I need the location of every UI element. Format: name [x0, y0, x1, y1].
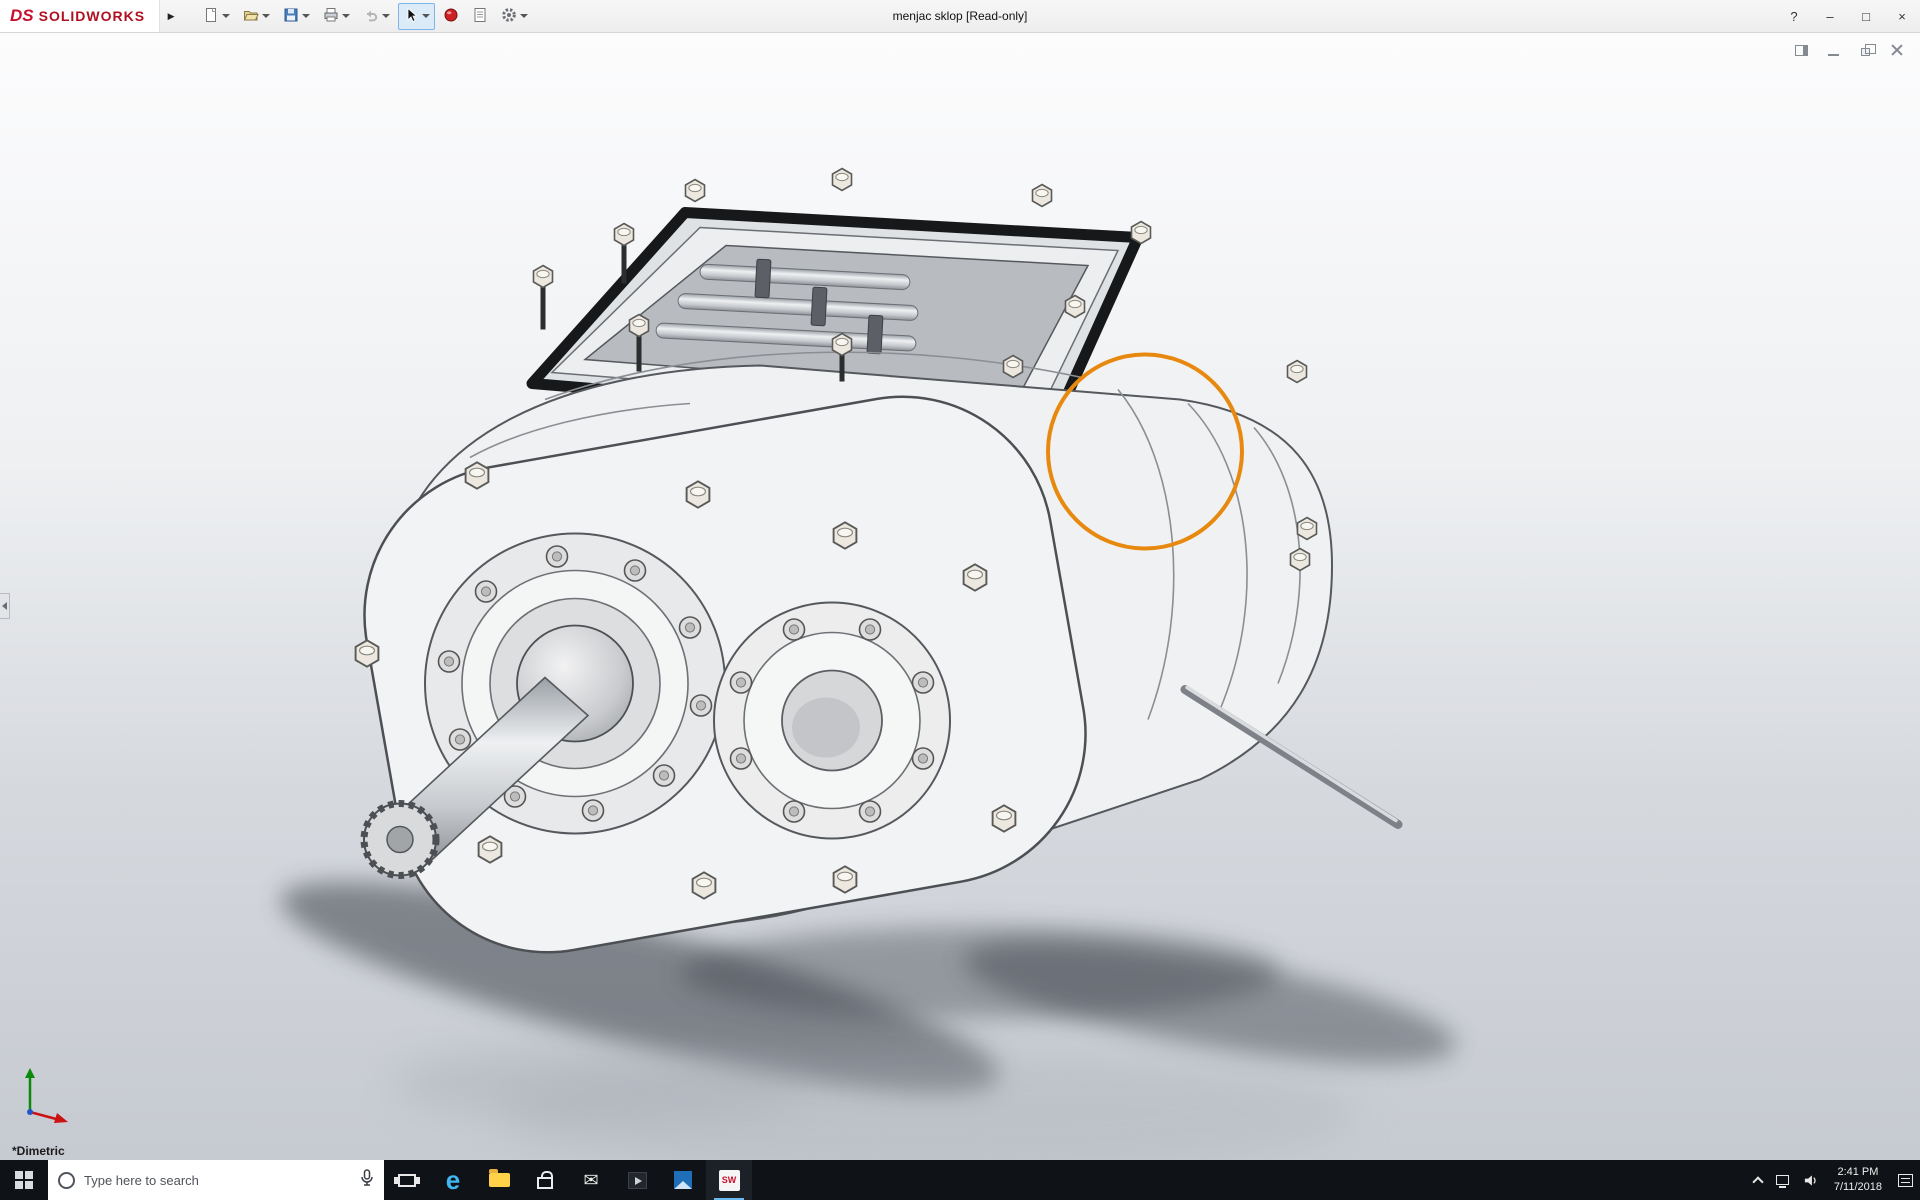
film-tv-button[interactable] — [614, 1160, 660, 1200]
start-button[interactable] — [0, 1160, 48, 1200]
dropdown-caret[interactable] — [382, 14, 391, 18]
dock-pane-icon — [1794, 44, 1808, 56]
restore-document-button[interactable] — [1856, 41, 1876, 59]
new-document-icon — [203, 7, 219, 26]
dropdown-caret[interactable] — [342, 14, 351, 18]
taskbar-clock[interactable]: 2:41 PM 7/11/2018 — [1825, 1165, 1891, 1195]
volume-icon — [1804, 1174, 1816, 1186]
microphone-icon[interactable] — [360, 1168, 374, 1192]
dock-pane-button[interactable] — [1792, 41, 1810, 59]
tray-date: 7/11/2018 — [1833, 1181, 1882, 1193]
gearbox-model — [280, 167, 1457, 1160]
action-center-icon — [1898, 1173, 1913, 1187]
minimize-button[interactable]: – — [1812, 0, 1848, 32]
minimize-document-icon — [1827, 53, 1839, 56]
solidworks-logo-text: SOLIDWORKS — [38, 8, 146, 24]
close-document-icon — [1891, 44, 1903, 56]
open-folder-icon — [243, 7, 259, 26]
tray-time: 2:41 PM — [1837, 1166, 1879, 1179]
dropdown-caret[interactable] — [422, 14, 431, 18]
save-button[interactable] — [278, 3, 315, 30]
windows-taskbar: e ✉ SW 2:41 PM 7/11/2018 — [0, 1160, 1920, 1200]
right-bearing-boss — [713, 601, 951, 840]
undo-arrow-icon — [363, 7, 379, 26]
solidworks-app-icon: SW — [718, 1169, 740, 1191]
solidworks-window: DS SOLIDWORKS ▶ menjac sklop [Read-only]… — [0, 0, 1920, 1200]
solidworks-logo: DS SOLIDWORKS — [0, 0, 161, 32]
file-explorer-icon — [488, 1169, 510, 1187]
network-icon — [1775, 1175, 1789, 1188]
chevron-up-icon — [1752, 1176, 1764, 1188]
document-window-controls — [1792, 41, 1906, 59]
graphics-area[interactable]: *Dimetric — [0, 33, 1920, 1160]
volume-button[interactable] — [1796, 1160, 1825, 1200]
open-button[interactable] — [238, 3, 275, 30]
undo-button[interactable] — [358, 3, 395, 30]
save-floppy-icon — [283, 7, 299, 26]
featuremanager-collapse-tab[interactable] — [0, 593, 10, 619]
mail-button[interactable]: ✉ — [568, 1160, 614, 1200]
action-center-button[interactable] — [1891, 1160, 1920, 1200]
rebuild-red-icon — [443, 7, 459, 26]
menu-expand-arrow[interactable]: ▶ — [160, 0, 182, 32]
cortana-icon — [58, 1171, 75, 1189]
maximize-button[interactable]: □ — [1848, 0, 1884, 32]
select-tool-button[interactable] — [398, 2, 436, 30]
film-tv-icon — [627, 1171, 647, 1189]
hidden-icons-chevron[interactable] — [1747, 1160, 1769, 1200]
edge-icon: e — [445, 1165, 461, 1195]
dropdown-caret[interactable] — [302, 14, 311, 18]
ds-logo-icon: DS — [10, 6, 34, 25]
orientation-triad — [25, 1068, 68, 1123]
options-gear-icon — [501, 7, 517, 26]
mail-icon: ✉ — [583, 1170, 599, 1190]
rebuild-button[interactable] — [438, 3, 464, 30]
dropdown-caret[interactable] — [222, 14, 231, 18]
photos-button[interactable] — [660, 1160, 706, 1200]
options-button[interactable] — [496, 3, 533, 30]
new-document-button[interactable] — [198, 3, 235, 30]
window-controls: ? – □ × — [1776, 0, 1920, 32]
file-properties-button[interactable] — [467, 3, 493, 30]
dropdown-caret[interactable] — [262, 14, 271, 18]
taskbar-search[interactable] — [48, 1160, 384, 1200]
windows-logo-icon — [15, 1171, 33, 1189]
restore-document-icon — [1860, 44, 1876, 56]
minimize-document-button[interactable] — [1824, 41, 1842, 59]
edge-button[interactable]: e — [430, 1160, 476, 1200]
task-view-icon — [398, 1173, 416, 1187]
print-button[interactable] — [318, 3, 355, 30]
help-button[interactable]: ? — [1776, 0, 1812, 32]
close-document-button[interactable] — [1888, 41, 1906, 59]
splined-shaft-end — [360, 800, 440, 879]
photos-icon — [674, 1171, 692, 1189]
view-orientation-label: *Dimetric — [12, 1144, 65, 1158]
taskbar-apps: e ✉ SW — [384, 1160, 752, 1200]
quick-access-toolbar — [198, 2, 533, 30]
store-icon — [537, 1171, 553, 1189]
close-button[interactable]: × — [1884, 0, 1920, 32]
store-button[interactable] — [522, 1160, 568, 1200]
collapse-arrow-icon — [2, 602, 7, 610]
search-input[interactable] — [84, 1172, 351, 1188]
titlebar: DS SOLIDWORKS ▶ menjac sklop [Read-only]… — [0, 0, 1920, 33]
file-explorer-button[interactable] — [476, 1160, 522, 1200]
solidworks-taskbar-button[interactable]: SW — [706, 1160, 752, 1200]
printer-icon — [323, 7, 339, 26]
dropdown-caret[interactable] — [520, 14, 529, 18]
select-cursor-icon — [403, 7, 419, 26]
task-view-button[interactable] — [384, 1160, 430, 1200]
document-title: menjac sklop [Read-only] — [892, 9, 1028, 23]
file-properties-icon — [472, 7, 488, 26]
network-button[interactable] — [1769, 1160, 1796, 1200]
system-tray: 2:41 PM 7/11/2018 — [1747, 1160, 1920, 1200]
